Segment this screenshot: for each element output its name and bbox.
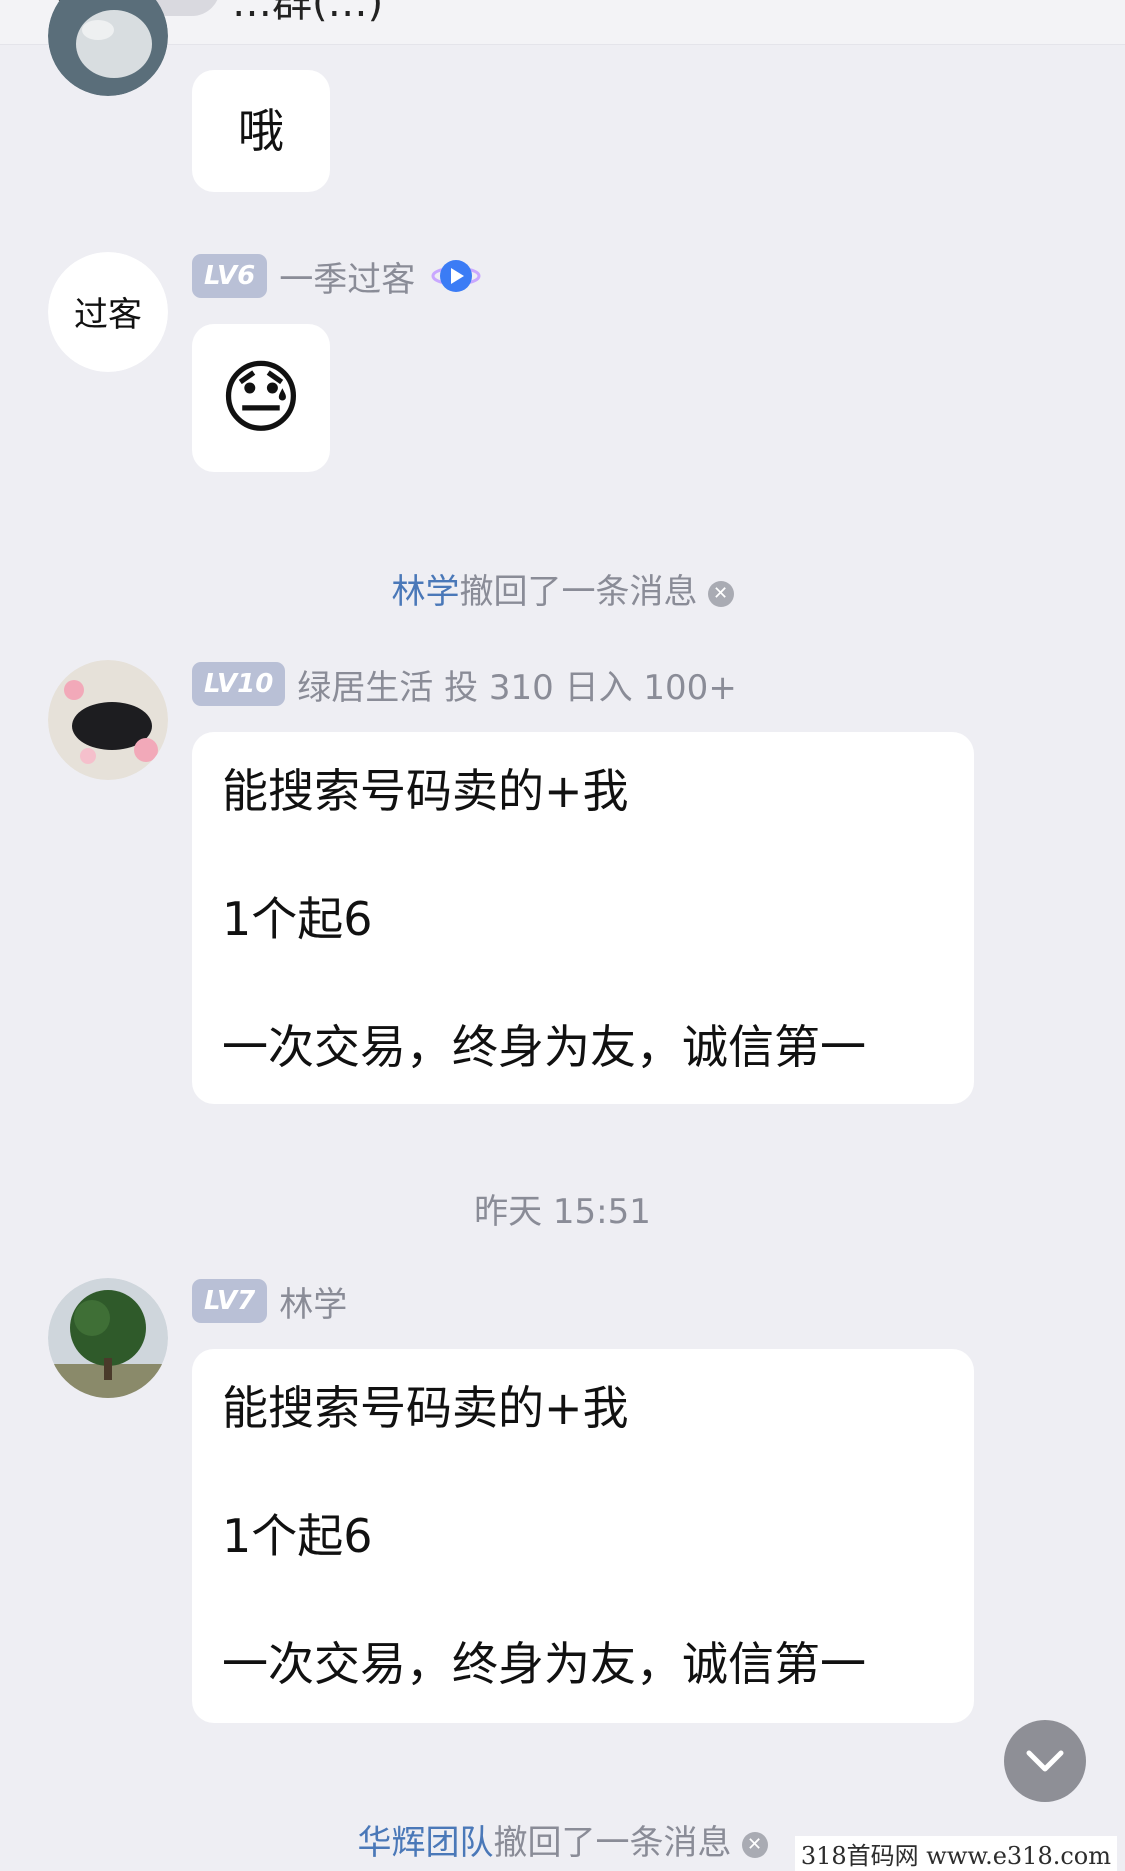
- notice-text: 撤回了一条消息: [493, 1823, 732, 1863]
- chevron-down-icon: [1026, 1750, 1064, 1772]
- sweat-emoji-icon: 😓: [219, 351, 303, 444]
- notice-user-link[interactable]: 华辉团队: [358, 1823, 494, 1863]
- avatar[interactable]: [48, 0, 168, 96]
- svg-text:过客: 过客: [74, 295, 142, 335]
- avatar-calligraphy-icon: 过客: [48, 252, 168, 372]
- message-line: 1个起6: [222, 1509, 373, 1563]
- avatar[interactable]: [48, 660, 168, 780]
- sender-meta: LV10 绿居生活 投 310 日入 100+: [192, 660, 737, 709]
- avatar[interactable]: 过客: [48, 252, 168, 372]
- sender-name[interactable]: 绿居生活 投 310 日入 100+: [297, 660, 737, 709]
- sender-name[interactable]: 一季过客: [279, 252, 415, 301]
- sender-meta: LV6 一季过客: [192, 252, 481, 301]
- sender-meta: LV7 林学: [192, 1277, 347, 1326]
- recall-notice: 林学撤回了一条消息 ✕: [0, 564, 1125, 613]
- message-line: 能搜索号码卖的+我: [222, 1381, 629, 1435]
- message-text: 哦: [238, 104, 284, 158]
- avatar-petals-icon: [48, 660, 168, 780]
- avatar[interactable]: [48, 1278, 168, 1398]
- sender-name[interactable]: 林学: [279, 1277, 347, 1326]
- chat-title: …群(…): [232, 0, 384, 26]
- close-icon[interactable]: ✕: [741, 1831, 768, 1858]
- message-bubble[interactable]: 能搜索号码卖的+我 1个起6 一次交易，终身为友，诚信第一: [192, 732, 974, 1104]
- message-line: 一次交易，终身为友，诚信第一: [222, 1020, 866, 1074]
- message-line: 一次交易，终身为友，诚信第一: [222, 1637, 866, 1691]
- level-badge: LV7: [192, 1279, 268, 1323]
- avatar-stone-icon: [48, 0, 168, 96]
- top-bar: …群(…): [0, 0, 1125, 45]
- notice-text: 撤回了一条消息: [459, 572, 698, 612]
- timestamp: 昨天 15:51: [474, 1192, 651, 1232]
- close-icon[interactable]: ✕: [707, 580, 734, 607]
- notice-user-link[interactable]: 林学: [392, 572, 460, 612]
- message-line: 1个起6: [222, 892, 373, 946]
- avatar-tree-icon: [48, 1278, 168, 1398]
- play-planet-icon[interactable]: [431, 254, 481, 298]
- message-line: 能搜索号码卖的+我: [222, 764, 629, 818]
- message-bubble[interactable]: 😓: [192, 324, 330, 472]
- level-badge: LV10: [192, 662, 286, 706]
- level-badge: LV6: [192, 254, 268, 298]
- watermark: 318首码网 www.e318.com: [794, 1836, 1117, 1871]
- scroll-to-bottom-button[interactable]: [1004, 1720, 1086, 1802]
- message-bubble[interactable]: 能搜索号码卖的+我 1个起6 一次交易，终身为友，诚信第一: [192, 1349, 974, 1723]
- message-bubble[interactable]: 哦: [192, 70, 330, 192]
